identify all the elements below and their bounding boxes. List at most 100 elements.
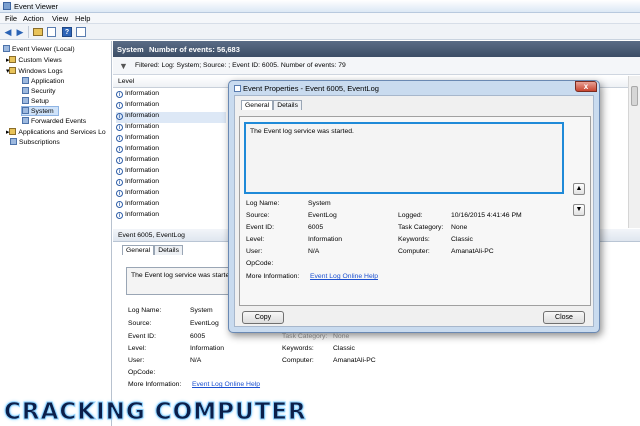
event-row[interactable]: i Information <box>116 156 226 167</box>
help-icon[interactable]: ? <box>62 27 72 37</box>
tab-general[interactable]: General <box>122 245 155 255</box>
dialog-logged-label: Logged: <box>398 212 423 219</box>
event-level: Information <box>125 178 160 185</box>
tree-item-setup[interactable]: Setup <box>22 97 49 105</box>
event-row[interactable]: i Information <box>116 178 226 189</box>
navigation-tree: Event Viewer (Local) ▸ Custom Views ▾ Wind… <box>0 41 112 426</box>
subscriptions-icon <box>10 138 17 145</box>
event-row[interactable]: i Information <box>116 200 226 211</box>
dialog-body: General Details The Event log service was… <box>234 95 594 327</box>
preview-more-info-label: More Information: <box>128 381 182 388</box>
dialog-online-help-link[interactable]: Event Log Online Help <box>310 273 378 280</box>
dialog-source: EventLog <box>308 212 337 219</box>
scrollbar-thumb[interactable] <box>631 86 638 106</box>
event-level: Information <box>125 123 160 130</box>
dialog-message-box[interactable]: The Event log service was started. <box>244 122 564 194</box>
tree-item-applications-services[interactable]: ▸ Applications and Services Lo <box>6 128 106 136</box>
preview-online-help-link[interactable]: Event Log Online Help <box>192 381 260 388</box>
preview-task: None <box>333 333 350 340</box>
back-arrow-icon[interactable]: ◀ <box>3 27 13 37</box>
tree-item-security[interactable]: Security <box>22 87 56 95</box>
event-list-scrollbar[interactable] <box>628 76 640 228</box>
preview-user: N/A <box>190 357 202 364</box>
dialog-keywords-label: Keywords: <box>398 236 430 243</box>
preview-message-box: The Event log service was started. <box>126 267 236 295</box>
filter-bar: ▼ Filtered: Log: System; Source: ; Event… <box>113 57 640 75</box>
properties-icon[interactable] <box>47 27 56 37</box>
tree-item-subscriptions[interactable]: Subscriptions <box>10 138 60 146</box>
information-icon: i <box>116 91 123 98</box>
preview-event-id: 6005 <box>190 333 206 340</box>
log-icon <box>22 117 29 124</box>
event-row[interactable]: i Information <box>116 134 226 145</box>
preview-log-name: System <box>190 307 213 314</box>
previous-event-button[interactable]: ▲ <box>573 183 585 195</box>
tree-item-windows-logs[interactable]: ▾ Windows Logs <box>6 67 63 75</box>
event-properties-dialog: Event Properties - Event 6005, EventLog … <box>228 80 600 333</box>
event-row[interactable]: i Information <box>116 123 226 134</box>
preview-computer: AmanatAli-PC <box>333 357 376 364</box>
menu-action[interactable]: Action <box>23 14 44 23</box>
tree-item-custom-views[interactable]: ▸ Custom Views <box>6 56 62 64</box>
menu-file[interactable]: File <box>5 14 17 23</box>
panel-icon[interactable] <box>76 27 86 37</box>
column-level[interactable]: Level <box>118 78 134 85</box>
dialog-task: None <box>451 224 468 231</box>
menu-help[interactable]: Help <box>75 14 90 23</box>
dialog-log-name: System <box>308 200 331 207</box>
preview-computer-label: Computer: <box>282 357 314 364</box>
event-row[interactable]: i Information <box>116 145 226 156</box>
dialog-tab-general[interactable]: General <box>241 100 274 110</box>
folder-icon <box>9 67 17 74</box>
information-icon: i <box>116 168 123 175</box>
dialog-tab-details[interactable]: Details <box>273 100 302 110</box>
forward-arrow-icon[interactable]: ▶ <box>15 27 25 37</box>
toolbar: ◀ ▶ ? <box>0 24 640 40</box>
dialog-opcode-label: OpCode: <box>246 260 274 267</box>
information-icon: i <box>116 124 123 131</box>
preview-opcode-label: OpCode: <box>128 369 156 376</box>
dialog-message: The Event log service was started. <box>250 128 354 135</box>
preview-tabs: General Details <box>122 245 183 255</box>
log-name: System <box>117 45 144 54</box>
event-count: Number of events: 56,683 <box>149 45 240 54</box>
copy-button[interactable]: Copy <box>242 311 284 324</box>
menu-view[interactable]: View <box>52 14 68 23</box>
dialog-tabs: General Details <box>241 100 302 110</box>
tree-item-event-viewer-local[interactable]: Event Viewer (Local) <box>3 45 75 53</box>
event-row[interactable]: i Information <box>116 90 226 101</box>
preview-log-name-label: Log Name: <box>128 307 162 314</box>
menu-bar: File Action View Help <box>0 13 640 24</box>
tree-item-forwarded-events[interactable]: Forwarded Events <box>22 117 86 125</box>
computer-icon <box>3 45 10 52</box>
event-level: Information <box>125 200 160 207</box>
preview-source-label: Source: <box>128 320 152 327</box>
dialog-computer: AmanatAli-PC <box>451 248 494 255</box>
information-icon: i <box>116 201 123 208</box>
event-row[interactable]: i Information <box>116 167 226 178</box>
next-event-button[interactable]: ▼ <box>573 204 585 216</box>
event-row[interactable]: i Information <box>116 112 226 123</box>
log-icon <box>22 87 29 94</box>
event-row[interactable]: i Information <box>116 189 226 200</box>
tree-item-system[interactable]: System <box>21 106 59 116</box>
preview-level: Information <box>190 345 225 352</box>
event-row[interactable]: i Information <box>116 101 226 112</box>
information-icon: i <box>116 157 123 164</box>
log-icon <box>22 77 29 84</box>
preview-level-label: Level: <box>128 345 147 352</box>
tab-details[interactable]: Details <box>154 245 183 255</box>
tree-item-application[interactable]: Application <box>22 77 64 85</box>
event-preview-title: Event 6005, EventLog <box>118 232 185 239</box>
folder-icon[interactable] <box>33 28 43 36</box>
dialog-level: Information <box>308 236 343 243</box>
close-button[interactable]: Close <box>543 311 585 324</box>
event-row[interactable]: i Information <box>116 211 226 222</box>
event-level: Information <box>125 90 160 97</box>
filter-text: Filtered: Log: System; Source: ; Event I… <box>135 62 346 69</box>
dialog-close-button[interactable]: x <box>575 81 597 92</box>
toolbar-separator <box>28 26 29 38</box>
preview-event-id-label: Event ID: <box>128 333 156 340</box>
event-level: Information <box>125 134 160 141</box>
window-titlebar: Event Viewer <box>0 0 640 13</box>
